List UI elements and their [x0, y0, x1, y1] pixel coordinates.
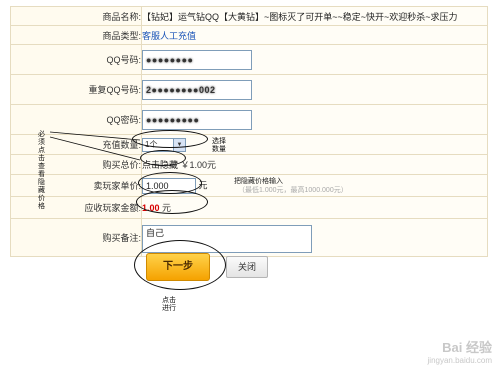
next-step-button[interactable]: 下一步 — [146, 253, 210, 281]
close-button[interactable]: 关闭 — [226, 256, 268, 278]
quantity-circle — [132, 130, 208, 148]
price-circle — [140, 150, 186, 166]
due-circle — [136, 190, 208, 214]
click-annotation: 点击进行 — [162, 296, 176, 312]
baidu-watermark: Bai 经验 jingyan.baidu.com — [427, 340, 492, 365]
annotation-lines — [49, 131, 141, 161]
